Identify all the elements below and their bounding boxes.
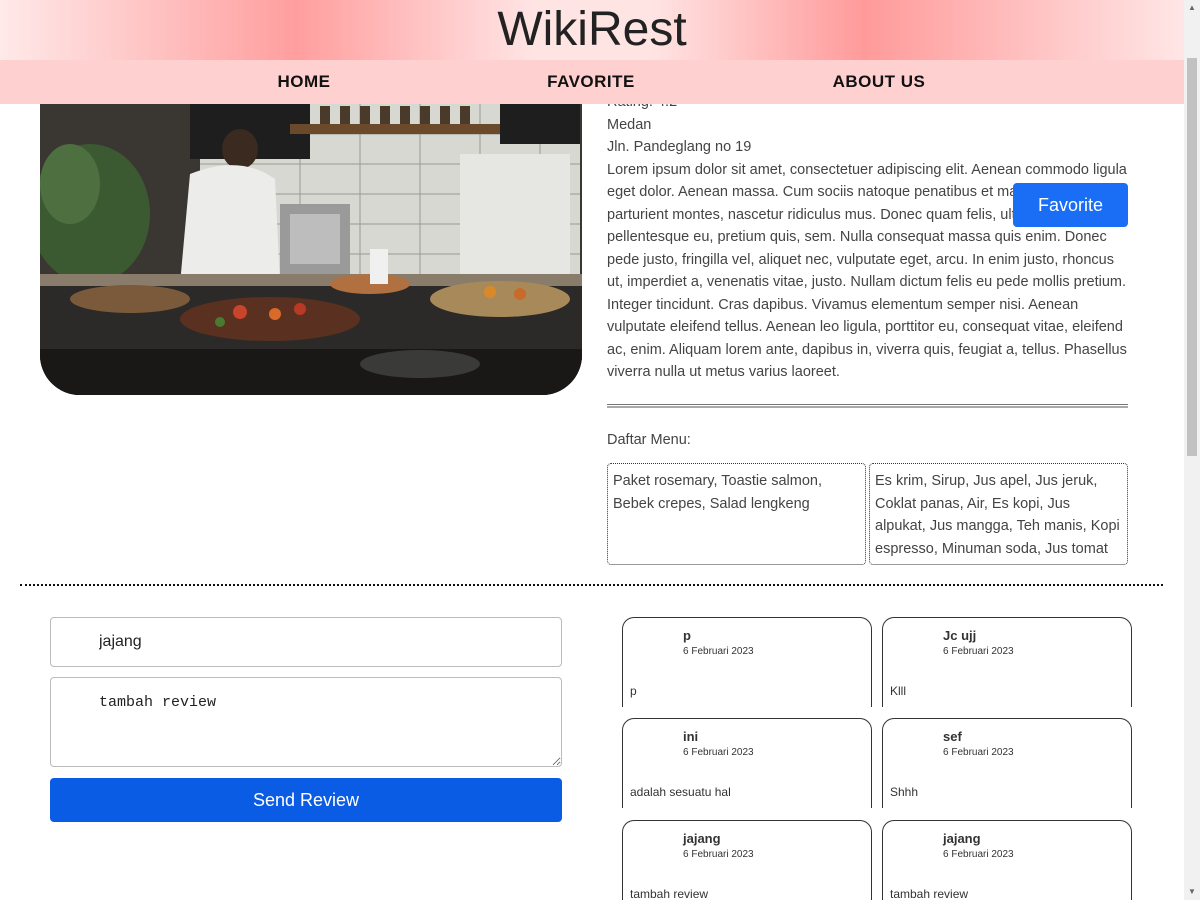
drink-menu-list: Es krim, Sirup, Jus apel, Jus jeruk, Cok… (869, 463, 1128, 565)
restaurant-info: Rating: 4.2 Medan Jln. Pandeglang no 19 … (607, 91, 1128, 384)
favorite-button[interactable]: Favorite (1013, 183, 1128, 227)
menu-title: Daftar Menu: (607, 432, 691, 448)
main-nav: HOME FAVORITE ABOUT US (0, 60, 1184, 104)
review-text: tambah review (890, 887, 969, 900)
review-date: 6 Februari 2023 (683, 747, 754, 758)
review-date: 6 Februari 2023 (943, 747, 1014, 758)
scroll-down-arrow-icon[interactable]: ▼ (1184, 884, 1200, 900)
review-text-input[interactable] (50, 677, 562, 767)
scroll-up-arrow-icon[interactable]: ▲ (1184, 0, 1200, 16)
brand-title: WikiRest (497, 3, 687, 56)
nav-favorite-link[interactable]: FAVORITE (547, 60, 635, 104)
page-divider (20, 584, 1163, 586)
reviewer-name-input[interactable] (50, 617, 562, 667)
review-author: sef (943, 729, 962, 744)
review-text: Shhh (890, 785, 919, 799)
review-text: adalah sesuatu hal (630, 785, 731, 799)
food-menu-list: Paket rosemary, Toastie salmon, Bebek cr… (607, 463, 866, 565)
review-card: p 6 Februari 2023 p (622, 617, 872, 707)
city-text: Medan (607, 116, 652, 133)
review-card: Jc ujj 6 Februari 2023 Klll (882, 617, 1132, 707)
review-author: Jc ujj (943, 628, 977, 643)
review-author: jajang (943, 831, 981, 846)
review-card: jajang 6 Februari 2023 tambah review (622, 820, 872, 900)
send-review-button[interactable]: Send Review (50, 778, 562, 822)
review-author: p (683, 628, 691, 643)
review-text: tambah review (630, 887, 709, 900)
review-date: 6 Februari 2023 (943, 646, 1014, 657)
page-scrollbar[interactable]: ▲ ▼ (1184, 0, 1200, 900)
nav-home-link[interactable]: HOME (278, 60, 331, 104)
scroll-thumb[interactable] (1187, 58, 1197, 456)
review-card: jajang 6 Februari 2023 tambah review (882, 820, 1132, 900)
review-card: sef 6 Februari 2023 Shhh (882, 718, 1132, 808)
review-author: ini (683, 729, 699, 744)
site-header: WikiRest (0, 0, 1184, 60)
review-author: jajang (683, 831, 721, 846)
section-separator (607, 404, 1128, 408)
address-text: Jln. Pandeglang no 19 (607, 139, 752, 155)
review-text: p (630, 684, 637, 698)
review-date: 6 Februari 2023 (943, 849, 1014, 860)
review-date: 6 Februari 2023 (683, 646, 754, 657)
nav-about-link[interactable]: ABOUT US (833, 60, 926, 104)
restaurant-photo (40, 64, 582, 395)
review-text: Klll (890, 684, 907, 698)
review-card: ini 6 Februari 2023 adalah sesuatu hal (622, 718, 872, 808)
review-date: 6 Februari 2023 (683, 849, 754, 860)
